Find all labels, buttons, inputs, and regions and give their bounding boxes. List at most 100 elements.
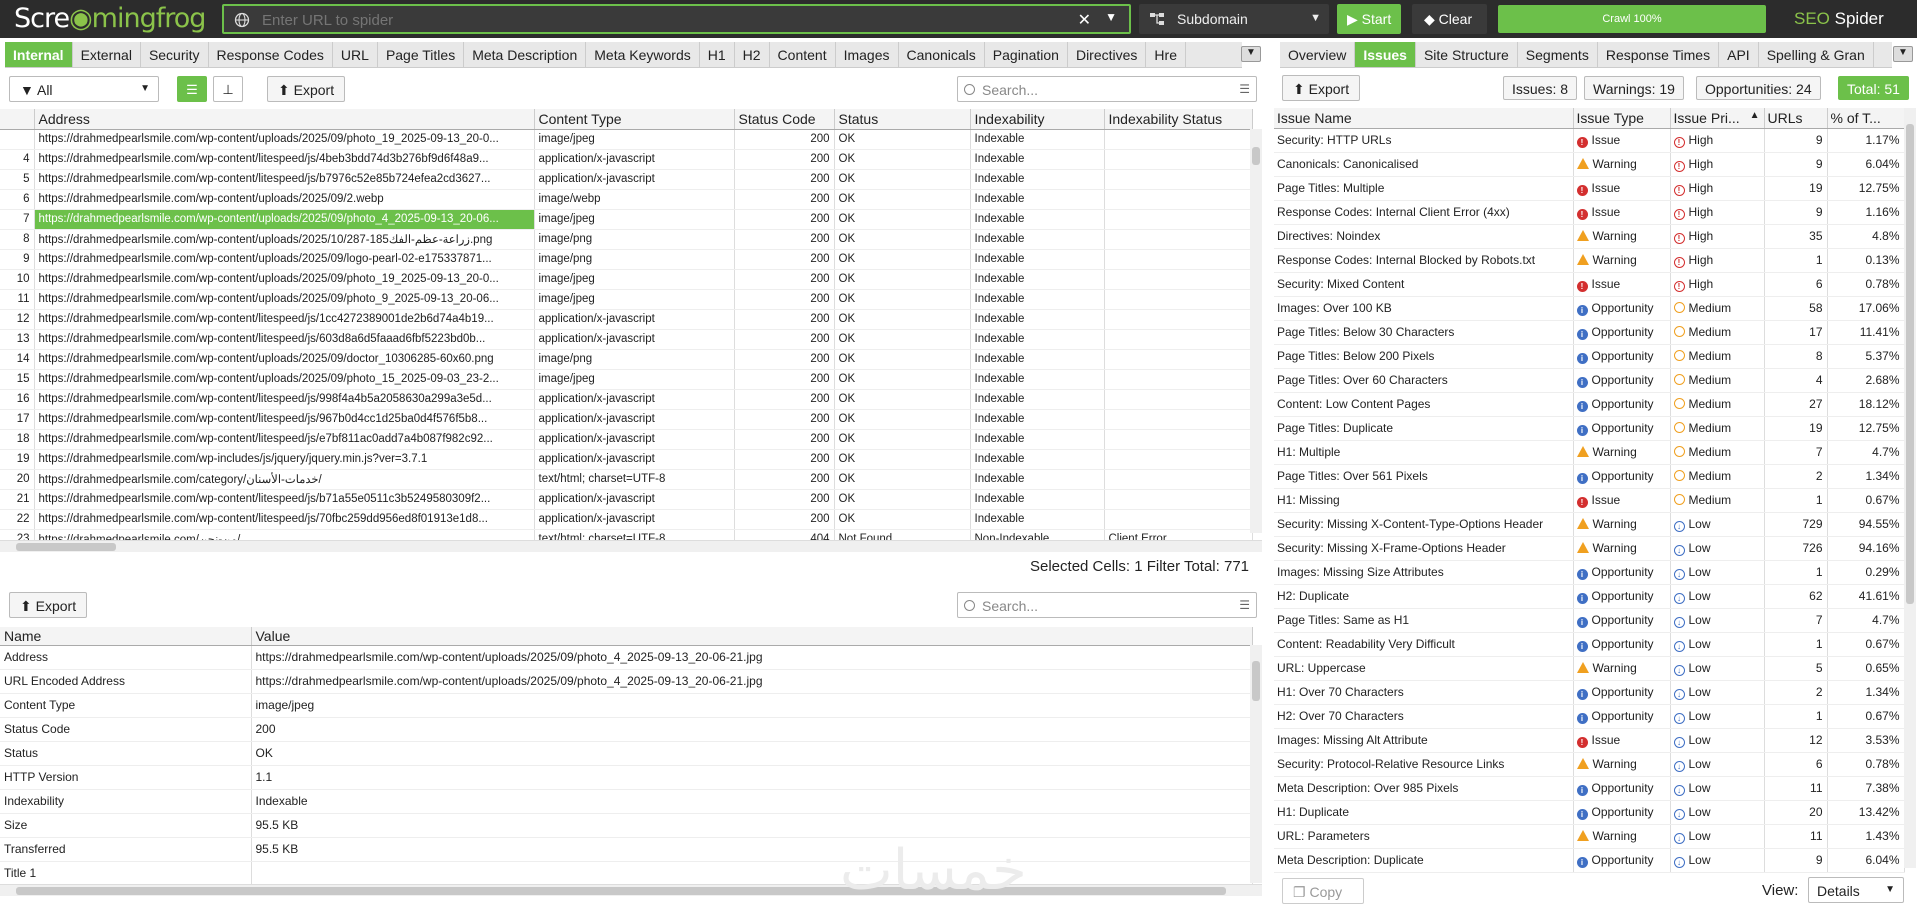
table-row[interactable]: 9 https://drahmedpearlsmile.com/wp-conten… — [0, 249, 1253, 270]
tab-url[interactable]: URL — [333, 42, 378, 67]
tab-page-titles[interactable]: Page Titles — [378, 42, 465, 67]
tab-security[interactable]: Security — [141, 42, 209, 67]
issue-row[interactable]: Page Titles: Duplicate i Opportunity Medium… — [1274, 416, 1905, 441]
table-row[interactable]: 13 https://drahmedpearlsmile.com/wp-conte… — [0, 329, 1253, 350]
start-button[interactable]: ▶ Start — [1337, 4, 1401, 34]
detail-row[interactable]: Transferred 95.5 KB — [0, 837, 1253, 862]
table-row[interactable]: 17 https://drahmedpearlsmile.com/wp-conte… — [0, 409, 1253, 430]
issue-row[interactable]: Page Titles: Over 561 Pixels i Opportunity… — [1274, 464, 1905, 489]
detail-row[interactable]: URL Encoded Address https://drahmedpearls… — [0, 669, 1253, 694]
detail-row[interactable]: Indexability Indexable — [0, 789, 1253, 814]
detail-row[interactable]: Address https://drahmedpearlsmile.com/wp-… — [0, 645, 1253, 670]
issue-row[interactable]: Canonicals: Canonicalised Warning! High 9 6.… — [1274, 152, 1905, 177]
issue-row[interactable]: Content: Low Content Pages i Opportunity Me… — [1274, 392, 1905, 417]
column-header[interactable]: % of T... — [1827, 108, 1905, 129]
column-header[interactable]: Name — [0, 627, 252, 646]
issue-row[interactable]: Security: HTTP URLs! Issue! High 9 1.17% — [1274, 128, 1905, 153]
horizontal-scrollbar[interactable] — [0, 540, 1262, 552]
issue-row[interactable]: H2: Duplicate i Opportunity ↓ Low 62 41.61% — [1274, 584, 1905, 609]
table-row[interactable]: 20 https://drahmedpearlsmile.com/category… — [0, 469, 1253, 490]
crawl-mode-select[interactable]: Subdomain ▼ — [1139, 4, 1329, 34]
issue-row[interactable]: Response Codes: Internal Blocked by Robo… — [1274, 248, 1905, 273]
table-row[interactable]: 14 https://drahmedpearlsmile.com/wp-conte… — [0, 349, 1253, 370]
detail-row[interactable]: Title 1 — [0, 861, 1253, 886]
tab-meta-description[interactable]: Meta Description — [464, 42, 587, 67]
issue-row[interactable]: H1: Multiple Warning Medium 7 4.7% — [1274, 440, 1905, 465]
tab-images[interactable]: Images — [836, 42, 899, 67]
table-row[interactable]: 6 https://drahmedpearlsmile.com/wp-conten… — [0, 189, 1253, 210]
tab-overview[interactable]: Overview — [1280, 42, 1356, 67]
issue-row[interactable]: Security: Missing X-Content-Type-Options… — [1274, 512, 1905, 537]
issue-row[interactable]: URL: Parameters Warning ↓ Low 11 1.43% — [1274, 824, 1905, 849]
issue-row[interactable]: Response Codes: Internal Client Error (4… — [1274, 200, 1905, 225]
issue-row[interactable]: Images: Over 100 KB i Opportunity Medium 58 1… — [1274, 296, 1905, 321]
issue-row[interactable]: Security: Mixed Content! Issue! High 6 0.78% — [1274, 272, 1905, 297]
tab-meta-keywords[interactable]: Meta Keywords — [586, 42, 700, 67]
issue-row[interactable]: Security: Missing X-Frame-Options Header… — [1274, 536, 1905, 561]
detail-row[interactable]: Content Type image/jpeg — [0, 693, 1253, 718]
table-row[interactable]: 19 https://drahmedpearlsmile.com/wp-inclu… — [0, 449, 1253, 470]
column-header[interactable]: Value — [251, 627, 1253, 646]
column-header[interactable]: Issue Name — [1274, 108, 1574, 129]
table-row[interactable]: 4 https://drahmedpearlsmile.com/wp-conten… — [0, 149, 1253, 170]
tab-spelling-gran[interactable]: Spelling & Gran — [1759, 42, 1874, 67]
table-row[interactable]: 10 https://drahmedpearlsmile.com/wp-conte… — [0, 269, 1253, 290]
url-bar[interactable]: ✕ ▼ — [222, 4, 1131, 34]
tab-segments[interactable]: Segments — [1518, 42, 1598, 67]
tab-pagination[interactable]: Pagination — [985, 42, 1068, 67]
detail-row[interactable]: HTTP Version 1.1 — [0, 765, 1253, 790]
issue-row[interactable]: Meta Description: Over 985 Pixels i Opport… — [1274, 776, 1905, 801]
copy-button[interactable]: ❐ Copy — [1282, 878, 1364, 904]
column-header[interactable]: Indexability Status — [1104, 109, 1253, 130]
export-button[interactable]: ⬆ Export — [267, 76, 346, 102]
detail-horizontal-scrollbar[interactable] — [0, 884, 1262, 896]
issue-row[interactable]: Directives: Noindex Warning! High 35 4.8% — [1274, 224, 1905, 249]
issue-row[interactable]: Page Titles: Below 200 Pixels i Opportunit… — [1274, 344, 1905, 369]
table-row[interactable]: 12 https://drahmedpearlsmile.com/wp-conte… — [0, 309, 1253, 330]
tabs-overflow-button[interactable]: ▼ — [1241, 46, 1261, 62]
clear-url-icon[interactable]: ✕ — [1078, 10, 1091, 30]
url-input[interactable] — [262, 10, 1082, 30]
table-row[interactable]: 18 https://drahmedpearlsmile.com/wp-conte… — [0, 429, 1253, 450]
detail-row[interactable]: Status OK — [0, 741, 1253, 766]
issue-row[interactable]: URL: Uppercase Warning ↓ Low 5 0.65% — [1274, 656, 1905, 681]
table-row[interactable]: 15 https://drahmedpearlsmile.com/wp-conte… — [0, 369, 1253, 390]
column-header[interactable]: Status — [834, 109, 971, 130]
table-row[interactable]: 16 https://drahmedpearlsmile.com/wp-conte… — [0, 389, 1253, 410]
tab-canonicals[interactable]: Canonicals — [899, 42, 985, 67]
search-input[interactable]: Search... ☰ — [957, 76, 1257, 102]
detail-row[interactable]: Size 95.5 KB — [0, 813, 1253, 838]
list-view-button[interactable]: ☰ — [177, 76, 207, 102]
tab-h1[interactable]: H1 — [700, 42, 735, 67]
issues-vertical-scrollbar[interactable] — [1904, 108, 1916, 868]
issue-row[interactable]: Security: Protocol-Relative Resource Lin… — [1274, 752, 1905, 777]
tab-issues[interactable]: Issues — [1355, 42, 1416, 67]
table-row[interactable]: https://drahmedpearlsmile.com/wp-content… — [0, 129, 1253, 150]
view-select[interactable]: Details ▼ — [1808, 877, 1904, 903]
column-header[interactable]: Content Type — [534, 109, 735, 130]
table-row[interactable]: 7 https://drahmedpearlsmile.com/wp-conten… — [0, 209, 1253, 230]
issue-row[interactable]: Page Titles: Over 60 Characters i Opportun… — [1274, 368, 1905, 393]
tree-view-button[interactable]: ⊥ — [213, 76, 243, 102]
tab-directives[interactable]: Directives — [1068, 42, 1147, 67]
issue-row[interactable]: H1: Duplicate i Opportunity ↓ Low 20 13.42% — [1274, 800, 1905, 825]
table-row[interactable]: 22 https://drahmedpearlsmile.com/wp-conte… — [0, 509, 1253, 530]
column-header[interactable]: URLs — [1764, 108, 1828, 129]
filter-select[interactable]: ▼ All ▼ — [9, 76, 159, 102]
chevron-down-icon[interactable]: ▼ — [1105, 10, 1117, 24]
table-row[interactable]: 11 https://drahmedpearlsmile.com/wp-conte… — [0, 289, 1253, 310]
issue-row[interactable]: Page Titles: Below 30 Characters i Opportu… — [1274, 320, 1905, 345]
issue-row[interactable]: H2: Over 70 Characters i Opportunity ↓ Low 1 0… — [1274, 704, 1905, 729]
tab-h2[interactable]: H2 — [735, 42, 770, 67]
detail-vertical-scrollbar[interactable] — [1250, 645, 1262, 883]
column-header[interactable]: Issue Pri... ▲ — [1670, 108, 1765, 129]
vertical-scrollbar[interactable] — [1250, 129, 1262, 533]
issues-export-button[interactable]: ⬆ Export — [1282, 75, 1361, 101]
search-options-icon[interactable]: ☰ — [1239, 598, 1250, 612]
table-row[interactable]: 8 https://drahmedpearlsmile.com/wp-conten… — [0, 229, 1253, 250]
issue-row[interactable]: H1: Missing! Issue Medium 1 0.67% — [1274, 488, 1905, 513]
table-row[interactable]: 21 https://drahmedpearlsmile.com/wp-conte… — [0, 489, 1253, 510]
tab-internal[interactable]: Internal — [5, 42, 73, 67]
column-header[interactable] — [0, 109, 35, 130]
issue-row[interactable]: Page Titles: Same as H1 i Opportunity ↓ Low 7… — [1274, 608, 1905, 633]
